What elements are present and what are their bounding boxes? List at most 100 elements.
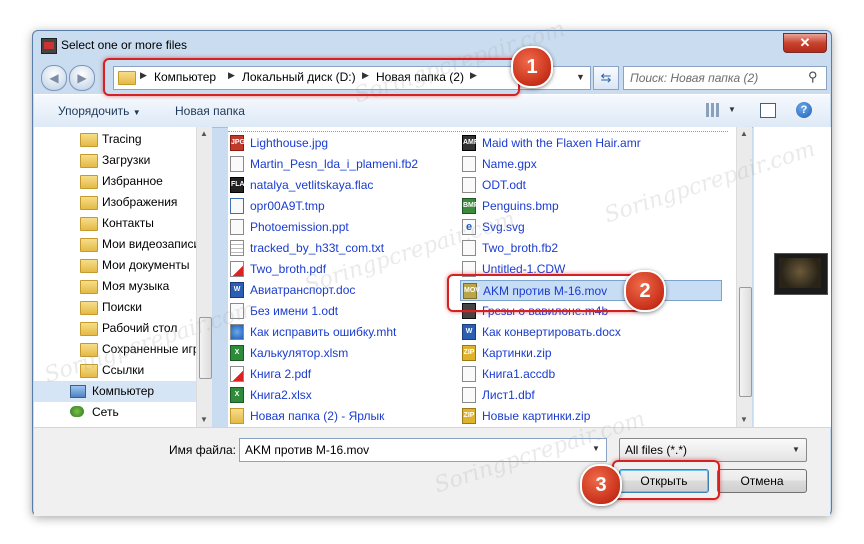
help-icon[interactable]: ? xyxy=(796,102,812,118)
organize-button[interactable]: Упорядочить ▼ xyxy=(58,104,141,118)
folder-icon xyxy=(80,196,98,210)
filename-label: Имя файла: xyxy=(169,443,236,457)
document-icon xyxy=(462,177,476,193)
file-item[interactable]: X Калькулятор.xlsm xyxy=(228,343,458,364)
organize-label: Упорядочить xyxy=(58,104,130,118)
network-icon xyxy=(70,406,84,417)
file-item[interactable]: FLAC natalya_vetlitskaya.flac xyxy=(228,175,458,196)
zip-icon: ZIP xyxy=(462,345,476,361)
sidebar-item-favorites[interactable]: Избранное xyxy=(34,171,212,192)
command-toolbar: Упорядочить ▼ Новая папка ▼ ? xyxy=(34,94,830,128)
scroll-down-arrow-icon[interactable]: ▼ xyxy=(740,415,748,424)
file-item[interactable]: JPG Lighthouse.jpg xyxy=(228,133,458,154)
title-bar[interactable]: Select one or more files ✕ xyxy=(33,31,831,59)
forward-button[interactable]: ▶ xyxy=(69,65,95,91)
scroll-up-arrow-icon[interactable]: ▲ xyxy=(200,129,208,138)
sidebar-item-network[interactable]: Сеть xyxy=(34,402,212,423)
excel-icon: X xyxy=(230,345,244,361)
zip-icon: ZIP xyxy=(462,408,476,424)
file-item[interactable]: opr00A9T.tmp xyxy=(228,196,458,217)
file-type-value: All files (*.*) xyxy=(625,443,688,457)
sidebar-item-contacts[interactable]: Контакты xyxy=(34,213,212,234)
text-file-icon xyxy=(230,240,244,256)
folder-icon xyxy=(80,217,98,231)
clipped-row xyxy=(228,127,728,132)
search-placeholder: Поиск: Новая папка (2) xyxy=(630,71,759,85)
file-item[interactable]: Лист1.dbf xyxy=(460,385,722,406)
callout-highlight-file xyxy=(447,274,641,312)
sidebar-item-pictures[interactable]: Изображения xyxy=(34,192,212,213)
cancel-button[interactable]: Отмена xyxy=(717,469,807,493)
folder-icon xyxy=(80,133,98,147)
chevron-down-icon: ▼ xyxy=(792,445,800,454)
window-title: Select one or more files xyxy=(61,38,188,52)
file-item[interactable]: W Как конвертировать.docx xyxy=(460,322,722,343)
scrollbar-thumb[interactable] xyxy=(739,287,752,397)
bmp-icon: BMP xyxy=(462,198,479,214)
document-icon xyxy=(230,156,244,172)
sidebar-item-documents[interactable]: Мои документы xyxy=(34,255,212,276)
sidebar-item-music[interactable]: Моя музыка xyxy=(34,276,212,297)
view-options-icon[interactable] xyxy=(706,103,720,117)
word-icon: W xyxy=(230,282,244,298)
file-item[interactable]: Name.gpx xyxy=(460,154,722,175)
flac-icon: FLAC xyxy=(230,177,250,193)
file-item[interactable]: X Книга2.xlsx xyxy=(228,385,458,406)
excel-icon: X xyxy=(230,387,244,403)
folder-icon xyxy=(80,280,98,294)
callout-badge-3: 3 xyxy=(580,464,622,506)
file-type-select[interactable]: All files (*.*) ▼ xyxy=(619,438,807,462)
file-item[interactable]: Как исправить ошибку.mht xyxy=(228,322,458,343)
jpg-icon: JPG xyxy=(230,135,245,151)
sidebar-item-tracing[interactable]: Tracing xyxy=(34,129,212,150)
document-icon xyxy=(462,387,476,403)
preview-pane-icon[interactable] xyxy=(760,103,776,118)
search-input[interactable]: Поиск: Новая папка (2) ⚲ xyxy=(623,66,827,90)
word-icon: W xyxy=(462,324,476,340)
file-item[interactable]: Книга 2.pdf xyxy=(228,364,458,385)
folder-icon xyxy=(80,259,98,273)
pdf-icon xyxy=(230,261,244,277)
file-item[interactable]: Martin_Pesn_lda_i_plameni.fb2 xyxy=(228,154,458,175)
callout-badge-2: 2 xyxy=(624,270,666,312)
folder-icon xyxy=(80,238,98,252)
callout-badge-1: 1 xyxy=(511,46,553,88)
document-icon xyxy=(230,219,244,235)
video-thumbnail xyxy=(774,253,828,295)
document-icon xyxy=(462,156,476,172)
chevron-down-icon[interactable]: ▼ xyxy=(576,72,585,82)
file-item[interactable]: ZIP Картинки.zip xyxy=(460,343,722,364)
file-item[interactable]: Без имени 1.odt xyxy=(228,301,458,322)
search-icon[interactable]: ⚲ xyxy=(808,69,818,85)
folder-icon xyxy=(80,154,98,168)
scroll-down-arrow-icon[interactable]: ▼ xyxy=(200,415,208,424)
amr-icon: AMR xyxy=(462,135,479,151)
callout-highlight-open xyxy=(612,460,720,500)
file-item[interactable]: Новая папка (2) - Ярлык xyxy=(228,406,458,427)
tmp-icon xyxy=(230,198,244,214)
callout-highlight-address xyxy=(103,58,520,96)
computer-icon xyxy=(70,385,86,398)
close-button[interactable]: ✕ xyxy=(783,33,827,53)
sidebar-item-downloads[interactable]: Загрузки xyxy=(34,150,212,171)
file-item[interactable]: Two_broth.fb2 xyxy=(460,238,722,259)
folder-icon xyxy=(80,301,98,315)
chevron-down-icon[interactable]: ▼ xyxy=(728,105,736,114)
chevron-down-icon: ▼ xyxy=(132,108,141,117)
new-folder-button[interactable]: Новая папка xyxy=(175,104,245,118)
pdf-icon xyxy=(230,366,244,382)
file-item[interactable]: Книга1.accdb xyxy=(460,364,722,385)
sidebar-item-videos[interactable]: Мои видеозаписи xyxy=(34,234,212,255)
scroll-up-arrow-icon[interactable]: ▲ xyxy=(740,129,748,138)
file-item[interactable]: AMR Maid with the Flaxen Hair.amr xyxy=(460,133,722,154)
document-icon xyxy=(462,366,476,382)
back-button[interactable]: ◀ xyxy=(41,65,67,91)
shortcut-icon xyxy=(230,408,244,424)
refresh-icon[interactable]: ⇆ xyxy=(593,66,619,90)
folder-icon xyxy=(80,322,98,336)
app-icon xyxy=(41,38,57,54)
sidebar-scrollbar[interactable]: ▲ ▼ xyxy=(196,127,212,427)
folder-icon xyxy=(80,175,98,189)
sidebar-item-searches[interactable]: Поиски xyxy=(34,297,212,318)
video-frame xyxy=(779,258,821,288)
